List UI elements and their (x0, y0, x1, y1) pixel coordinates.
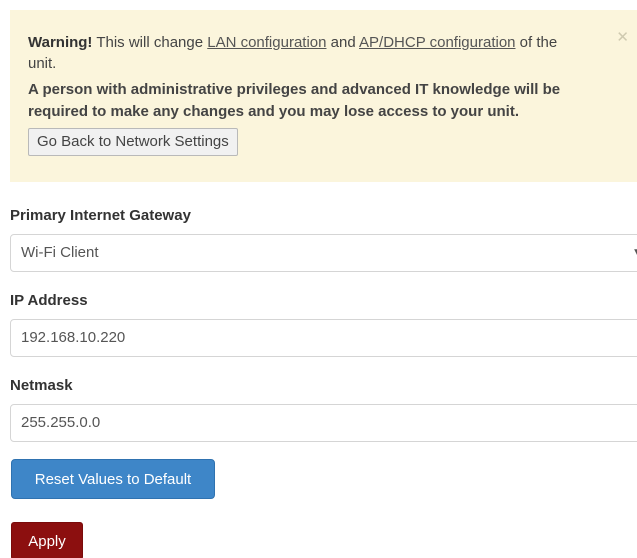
netmask-value: 255.255.0.0 (21, 414, 101, 431)
warning-admin-notice: A person with administrative privileges … (28, 81, 561, 120)
ip-address-input[interactable]: 192.168.10.220 (10, 319, 637, 357)
warning-strong-label: Warning! (28, 34, 93, 51)
chevron-down-icon: ▼ (632, 235, 637, 271)
ip-address-value: 192.168.10.220 (21, 329, 126, 346)
primary-gateway-select[interactable]: Wi-Fi Client ▼ (10, 234, 637, 272)
lan-configuration-link[interactable]: LAN configuration (207, 34, 326, 51)
netmask-label: Netmask (10, 377, 73, 394)
warning-text-and: and (330, 34, 356, 51)
primary-gateway-label: Primary Internet Gateway (10, 207, 191, 224)
ap-dhcp-configuration-link[interactable]: AP/DHCP configuration (359, 34, 515, 51)
ip-address-label: IP Address (10, 292, 88, 309)
warning-text-start: This will change (96, 34, 204, 51)
close-icon[interactable]: ✕ (616, 30, 629, 45)
warning-alert: ✕ Warning! This will change LAN configur… (10, 10, 637, 182)
go-back-to-network-settings-button[interactable]: Go Back to Network Settings (28, 128, 238, 156)
netmask-input[interactable]: 255.255.0.0 (10, 404, 637, 442)
apply-button[interactable]: Apply (11, 522, 83, 558)
primary-gateway-value: Wi-Fi Client (21, 244, 99, 261)
network-config-page: ✕ Warning! This will change LAN configur… (0, 0, 637, 558)
reset-values-button[interactable]: Reset Values to Default (11, 459, 215, 499)
warning-message: Warning! This will change LAN configurat… (28, 32, 619, 74)
